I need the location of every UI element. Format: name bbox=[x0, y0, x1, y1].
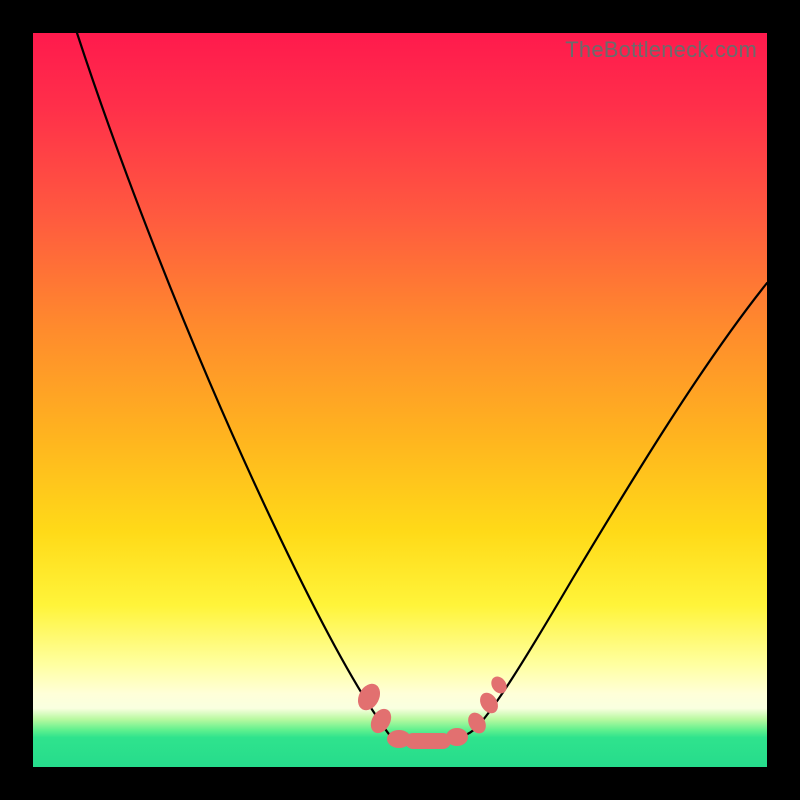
curve-right-branch bbox=[475, 283, 767, 729]
marker-group bbox=[354, 674, 510, 749]
chart-frame: TheBottleneck.com bbox=[0, 0, 800, 800]
marker-point bbox=[405, 733, 451, 749]
marker-point bbox=[446, 728, 468, 746]
marker-point bbox=[354, 680, 385, 714]
marker-point bbox=[367, 705, 396, 737]
curve-left-branch bbox=[77, 33, 393, 739]
plot-area: TheBottleneck.com bbox=[33, 33, 767, 767]
marker-point bbox=[476, 689, 501, 716]
watermark-text: TheBottleneck.com bbox=[565, 37, 757, 63]
chart-svg bbox=[33, 33, 767, 767]
